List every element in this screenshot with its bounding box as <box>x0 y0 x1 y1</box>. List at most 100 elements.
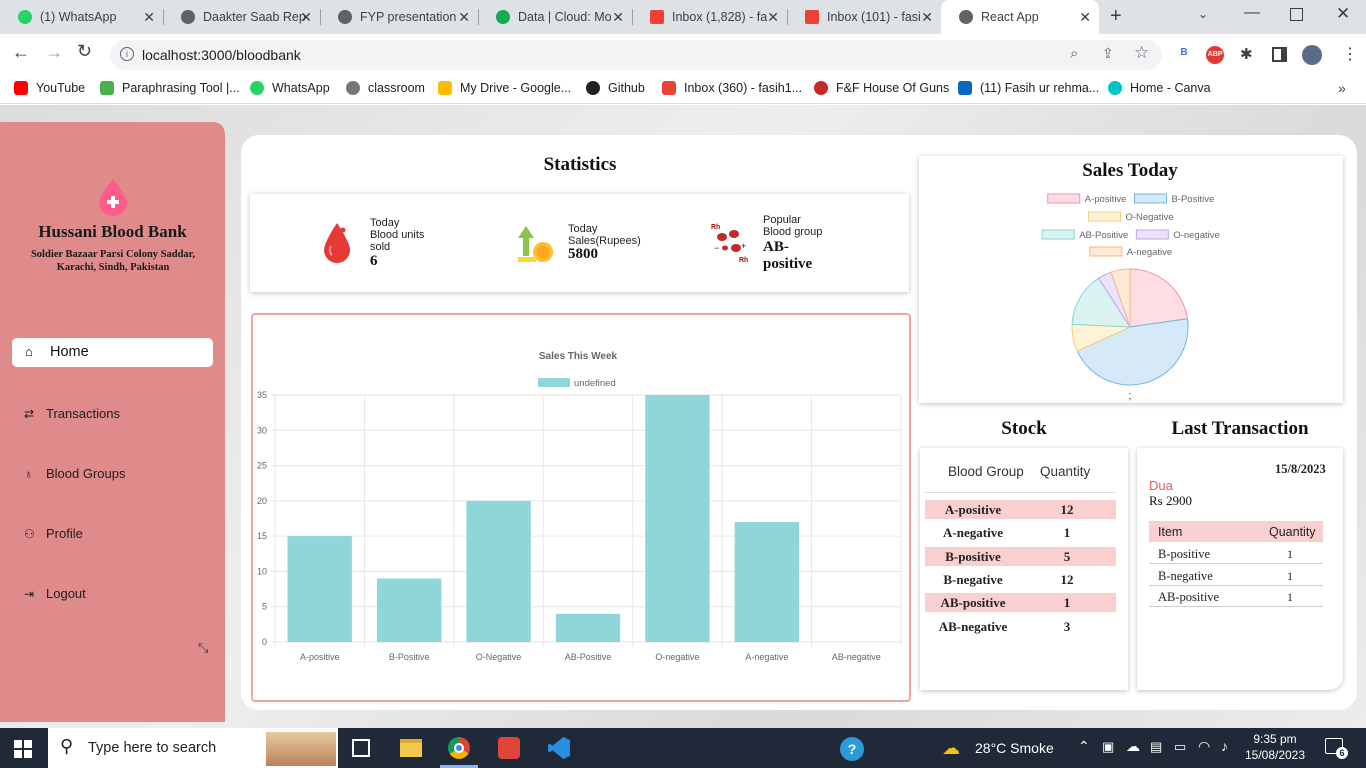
profile-avatar[interactable] <box>1302 45 1322 65</box>
task-view-icon[interactable] <box>352 739 370 757</box>
popular-value-line: positive <box>763 256 813 272</box>
taskbar-search-box[interactable]: ⚲ Type here to search <box>48 728 338 768</box>
sales-today-pie-chart: Sales Today A-positive B-Positive O-Negativ… <box>1041 160 1220 402</box>
extension-icon[interactable]: B <box>1176 47 1192 63</box>
anydesk-icon[interactable] <box>498 737 520 759</box>
share-icon[interactable]: ⇪ <box>1102 45 1114 62</box>
onedrive-icon[interactable]: ☁ <box>1126 738 1140 755</box>
bookmark-canva[interactable]: Home - Canva <box>1108 81 1211 95</box>
stock-quantity: 12 <box>1060 571 1074 587</box>
weekly-sales-chart-card: Sales This Week undefined 0 5 10 15 20 25 30 35 A-… <box>251 313 911 702</box>
weather-text[interactable]: 28°C Smoke <box>975 740 1054 756</box>
show-hidden-icons[interactable]: ⌃ <box>1078 738 1090 755</box>
bookmark-github[interactable]: Github <box>586 81 645 95</box>
bookmark-paraphrasing[interactable]: Paraphrasing Tool |... <box>100 81 240 95</box>
zoom-icon[interactable]: ⌕ <box>1070 45 1078 62</box>
browser-tab[interactable]: Inbox (1,828) - fa ✕ <box>632 0 787 34</box>
bar <box>645 395 710 642</box>
x-tick-label: A-positive <box>300 652 340 662</box>
battery-icon[interactable]: ▭ <box>1174 739 1186 755</box>
tab-title: React App <box>981 10 1039 24</box>
bookmark-linkedin[interactable]: (11) Fasih ur rehma... <box>958 81 1099 95</box>
pie-caption: ; <box>1128 390 1131 402</box>
x-tick-label: A-negative <box>745 652 788 662</box>
bookmark-label: YouTube <box>36 81 86 95</box>
chrome-menu-icon[interactable]: ⋮ <box>1342 44 1358 64</box>
ff-icon <box>814 81 828 95</box>
clock[interactable]: 9:35 pm 15/08/2023 <box>1240 731 1310 763</box>
stock-blood-group: AB-positive <box>940 595 1006 611</box>
bookmark-inbox[interactable]: Inbox (360) - fasih1... <box>662 81 802 95</box>
weather-icon[interactable]: ☁ <box>942 738 960 759</box>
close-window-icon[interactable]: ✕ <box>1336 4 1350 24</box>
bookmark-youtube[interactable]: YouTube <box>14 81 85 95</box>
close-tab-icon[interactable]: ✕ <box>458 9 470 26</box>
stock-blood-group: B-positive <box>945 548 1001 564</box>
close-tab-icon[interactable]: ✕ <box>612 9 624 26</box>
side-panel-icon[interactable] <box>1272 47 1287 62</box>
clock-time: 9:35 pm <box>1253 732 1297 746</box>
bookmark-star-icon[interactable]: ☆ <box>1134 43 1149 63</box>
vscode-icon[interactable] <box>548 737 570 759</box>
close-tab-icon[interactable]: ✕ <box>767 9 779 26</box>
help-icon[interactable]: ? <box>840 737 864 761</box>
collapse-sidebar-icon[interactable]: ⤡ <box>198 640 208 656</box>
maximize-icon[interactable] <box>1290 8 1303 21</box>
bookmark-classroom[interactable]: classroom <box>346 81 425 95</box>
windows-start-icon[interactable] <box>14 740 32 758</box>
site-info-icon[interactable]: i <box>120 47 134 61</box>
canva-icon <box>1108 81 1122 95</box>
nav-logout[interactable]: ⇥ Logout <box>24 586 86 601</box>
file-explorer-icon[interactable] <box>400 739 422 757</box>
transaction-item: B-positive <box>1158 547 1211 561</box>
display-icon[interactable]: ▤ <box>1150 739 1162 755</box>
browser-tab-active[interactable]: React App ✕ <box>941 0 1099 34</box>
transaction-customer-name: Dua <box>1149 478 1173 493</box>
close-tab-icon[interactable]: ✕ <box>921 9 933 26</box>
browser-tab[interactable]: Daakter Saab Rep ✕ <box>163 0 320 34</box>
tab-title: Daakter Saab Rep <box>203 10 306 24</box>
linkedin-icon <box>958 81 972 95</box>
browser-tab[interactable]: FYP presentation ✕ <box>320 0 478 34</box>
nav-label: Logout <box>46 586 86 601</box>
sidebar: Hussani Blood Bank Soldier Bazaar Parsi … <box>0 122 225 722</box>
forward-icon[interactable]: → <box>45 42 63 63</box>
extensions-puzzle-icon[interactable]: ✱ <box>1240 45 1253 63</box>
close-tab-icon[interactable]: ✕ <box>143 9 155 26</box>
bar <box>287 536 352 642</box>
browser-tab[interactable]: (1) WhatsApp ✕ <box>0 0 163 34</box>
transaction-quantity: 1 <box>1287 590 1293 605</box>
close-tab-icon[interactable]: ✕ <box>300 9 312 26</box>
address-bar[interactable]: i localhost:3000/bloodbank ⌕ ⇪ ☆ <box>110 40 1162 70</box>
google-icon <box>346 81 360 95</box>
chrome-icon[interactable] <box>448 737 470 759</box>
y-tick-label: 35 <box>257 390 267 400</box>
bookmark-whatsapp[interactable]: WhatsApp <box>250 81 330 95</box>
nav-home-active[interactable]: ⌂ Home <box>12 338 213 367</box>
bookmark-label: Github <box>608 81 645 95</box>
url-text[interactable]: localhost:3000/bloodbank <box>142 47 301 63</box>
minimize-icon[interactable]: — <box>1244 4 1260 22</box>
reload-icon[interactable]: ↻ <box>77 41 92 62</box>
legend-label: A-negative <box>1127 247 1172 258</box>
legend-swatch <box>1087 211 1121 222</box>
browser-tab[interactable]: Inbox (101) - fasi ✕ <box>787 0 941 34</box>
tab-search-icon[interactable]: ⌄ <box>1198 7 1208 21</box>
bookmark-drive[interactable]: My Drive - Google... <box>438 81 571 95</box>
nav-profile[interactable]: ⚇ Profile <box>24 526 83 541</box>
camera-icon[interactable]: ▣ <box>1102 739 1114 755</box>
wifi-icon[interactable]: ◠ <box>1198 738 1210 755</box>
browser-tab[interactable]: Data | Cloud: Mo ✕ <box>478 0 632 34</box>
volume-icon[interactable]: ♪ <box>1221 738 1228 754</box>
close-tab-icon[interactable]: ✕ <box>1079 9 1091 26</box>
new-tab-icon[interactable]: + <box>1110 5 1122 28</box>
nav-blood-groups[interactable]: ♁ Blood Groups <box>24 466 126 481</box>
adblock-icon[interactable]: ABP <box>1206 46 1224 64</box>
more-bookmarks-icon[interactable]: » <box>1338 80 1346 96</box>
bookmark-guns[interactable]: F&F House Of Guns <box>814 81 949 95</box>
nav-transactions[interactable]: ⇄ Transactions <box>24 406 120 421</box>
bookmark-label: classroom <box>368 81 425 95</box>
stock-quantity: 1 <box>1063 525 1071 541</box>
stock-row: B-negative 12 <box>925 570 1116 589</box>
back-icon[interactable]: ← <box>12 42 30 63</box>
